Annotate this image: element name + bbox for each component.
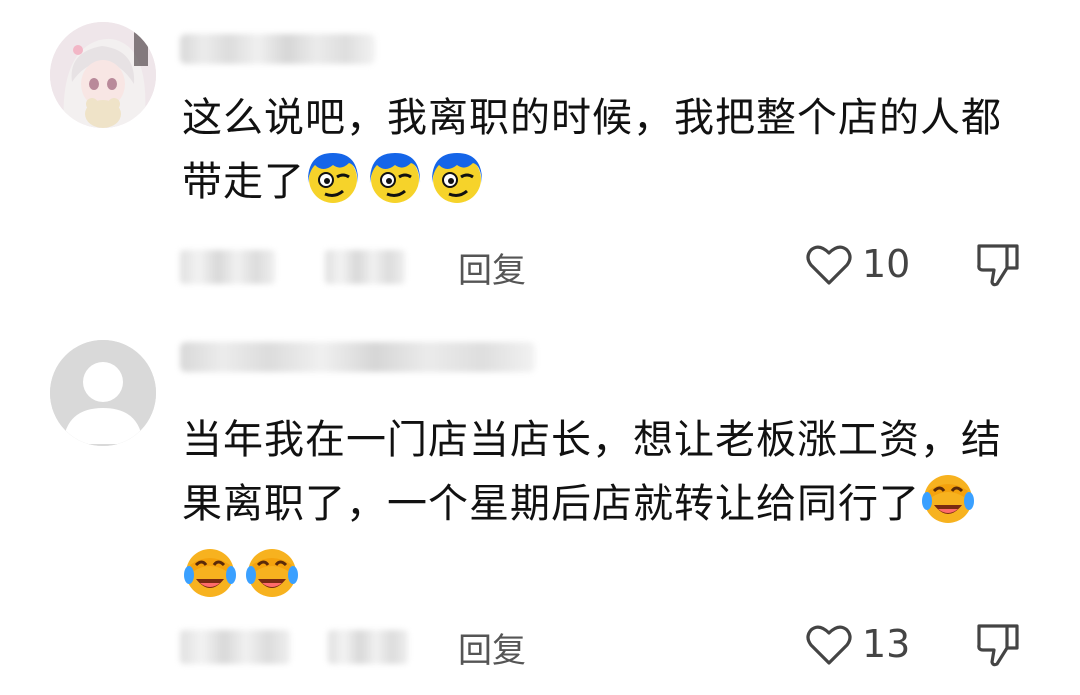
timestamp-blurred — [180, 630, 290, 664]
heart-icon[interactable] — [805, 243, 853, 287]
location-blurred — [325, 250, 405, 284]
comment-text: 这么说吧，我离职的时候，我把整个店的人都带走了 — [182, 88, 1012, 223]
facepalm-laugh-emoji-icon — [920, 471, 976, 545]
reply-button[interactable]: 回复 — [458, 623, 526, 672]
location-blurred — [328, 630, 408, 664]
smirk-emoji-icon — [367, 149, 423, 223]
facepalm-laugh-emoji-icon — [182, 545, 238, 619]
heart-icon[interactable] — [805, 623, 853, 667]
smirk-emoji-icon — [305, 149, 361, 223]
user-avatar[interactable] — [50, 22, 156, 128]
comment-body: 当年我在一门店当店长，想让老板涨工资，结果离职了，一个星期后店就转让给同行了 — [182, 417, 1002, 527]
user-avatar[interactable] — [50, 340, 156, 446]
thumbs-down-icon[interactable] — [975, 242, 1021, 288]
thumbs-down-icon[interactable] — [975, 622, 1021, 668]
comment-item: 这么说吧，我离职的时候，我把整个店的人都带走了 回复 10 — [0, 0, 1080, 318]
comment-item: 当年我在一门店当店长，想让老板涨工资，结果离职了，一个星期后店就转让给同行了 回… — [0, 318, 1080, 695]
comment-text: 当年我在一门店当店长，想让老板涨工资，结果离职了，一个星期后店就转让给同行了 — [182, 410, 1012, 619]
reply-button[interactable]: 回复 — [458, 243, 526, 292]
timestamp-blurred — [180, 250, 275, 284]
like-count: 13 — [862, 622, 911, 666]
facepalm-laugh-emoji-icon — [244, 545, 300, 619]
username-blurred[interactable] — [180, 34, 375, 64]
like-count: 10 — [862, 242, 911, 286]
username-blurred[interactable] — [180, 342, 535, 372]
default-avatar-icon — [50, 340, 156, 446]
smirk-emoji-icon — [429, 149, 485, 223]
avatar-image — [50, 22, 156, 128]
